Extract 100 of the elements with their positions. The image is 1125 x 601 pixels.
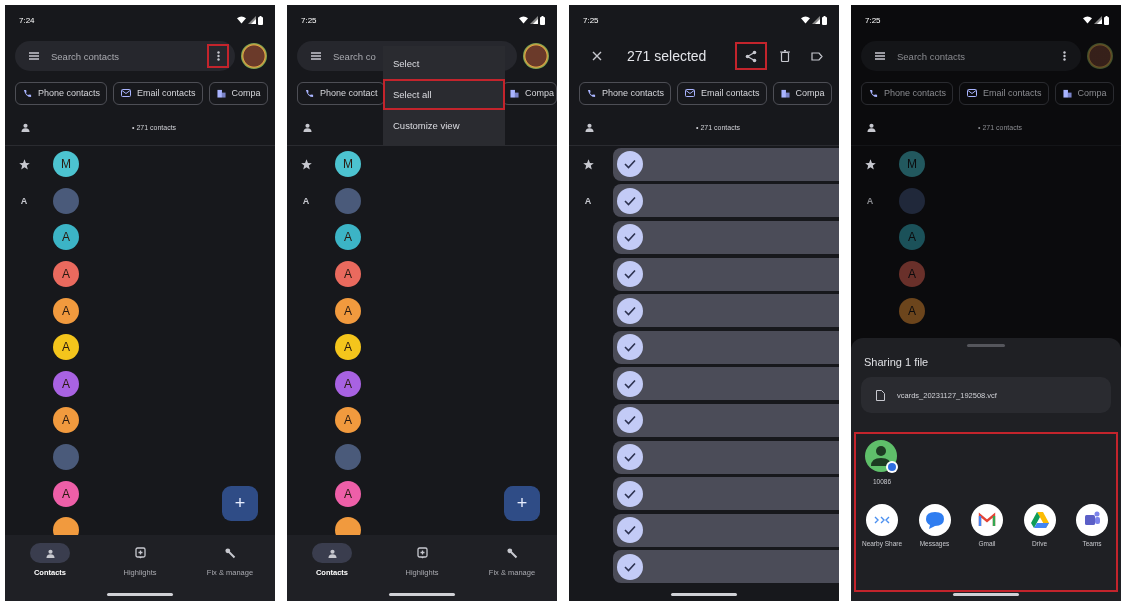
section-letter: A bbox=[866, 195, 874, 206]
selected-row[interactable] bbox=[613, 367, 839, 401]
selected-row[interactable] bbox=[613, 184, 839, 218]
selected-row[interactable] bbox=[613, 294, 839, 328]
filter-chip[interactable]: Phone contacts bbox=[579, 81, 672, 105]
home-indicator bbox=[107, 593, 173, 596]
gmail-icon[interactable] bbox=[971, 503, 1003, 536]
section-letter: A bbox=[584, 195, 592, 206]
account-avatar[interactable] bbox=[241, 43, 267, 69]
contact-avatar[interactable]: M bbox=[53, 151, 79, 178]
search-field[interactable]: Search contacts bbox=[897, 50, 1041, 62]
menu-item[interactable]: Select all bbox=[383, 79, 505, 110]
contact-avatar[interactable]: A bbox=[335, 407, 361, 434]
contact-avatar[interactable]: A bbox=[53, 261, 79, 288]
contact-avatar[interactable]: A bbox=[335, 224, 361, 251]
menu-item[interactable]: Select bbox=[383, 48, 505, 79]
account-avatar[interactable] bbox=[523, 43, 549, 69]
contact-avatar[interactable]: A bbox=[335, 480, 361, 507]
person-icon bbox=[327, 548, 337, 558]
contact-avatar[interactable]: A bbox=[335, 370, 361, 397]
close-icon bbox=[592, 51, 602, 61]
wrench-icon bbox=[224, 547, 236, 559]
check-icon bbox=[624, 159, 636, 170]
contact-avatar[interactable]: A bbox=[53, 224, 79, 251]
email-icon bbox=[685, 89, 696, 97]
selected-row[interactable] bbox=[613, 257, 839, 291]
teams-icon[interactable] bbox=[1076, 503, 1108, 536]
person-icon bbox=[303, 122, 312, 132]
messages-icon[interactable] bbox=[918, 503, 951, 536]
add-box-icon bbox=[134, 547, 146, 559]
filter-chip[interactable]: Email contacts bbox=[113, 81, 203, 105]
contact-avatar[interactable]: A bbox=[335, 261, 361, 288]
selected-row[interactable] bbox=[613, 477, 839, 511]
filter-chip[interactable]: Compa bbox=[772, 81, 832, 105]
check-icon bbox=[624, 452, 636, 463]
drag-handle[interactable] bbox=[967, 344, 1005, 347]
star-icon bbox=[18, 158, 30, 170]
building-icon bbox=[780, 88, 790, 98]
menu-icon[interactable] bbox=[29, 52, 39, 60]
filter-chip[interactable]: Email contacts bbox=[959, 81, 1049, 105]
star-icon bbox=[864, 158, 876, 170]
check-icon bbox=[624, 488, 636, 499]
add-contact-button[interactable]: + bbox=[504, 486, 540, 521]
battery-icon bbox=[1104, 15, 1109, 25]
check-icon bbox=[624, 561, 636, 572]
wifi-icon bbox=[1083, 16, 1092, 24]
star-icon bbox=[582, 158, 594, 170]
selected-row[interactable] bbox=[613, 550, 839, 584]
selected-row[interactable] bbox=[613, 330, 839, 364]
contact-avatar[interactable]: A bbox=[335, 334, 361, 361]
contact-avatar[interactable]: A bbox=[53, 407, 79, 434]
contact-avatar[interactable]: A bbox=[53, 480, 79, 507]
signal-icon bbox=[248, 16, 256, 24]
contact-avatar[interactable]: A bbox=[53, 334, 79, 361]
wrench-icon bbox=[506, 547, 518, 559]
battery-icon bbox=[822, 15, 827, 25]
star-icon bbox=[300, 158, 312, 170]
share-button[interactable] bbox=[735, 42, 767, 70]
filter-chip[interactable]: Phone contacts bbox=[15, 81, 108, 105]
check-icon bbox=[624, 342, 636, 353]
building-icon bbox=[1062, 88, 1072, 98]
selected-row[interactable] bbox=[613, 147, 839, 181]
contact-avatar[interactable]: A bbox=[53, 297, 79, 324]
email-icon bbox=[967, 89, 978, 97]
home-indicator bbox=[389, 593, 455, 596]
building-icon bbox=[510, 88, 519, 98]
person-icon bbox=[45, 548, 55, 558]
home-indicator bbox=[671, 593, 737, 596]
status-time: 7:24 bbox=[19, 15, 35, 25]
more-button[interactable] bbox=[207, 44, 229, 68]
selected-row[interactable] bbox=[613, 513, 839, 547]
check-icon bbox=[624, 305, 636, 316]
person-icon bbox=[585, 122, 594, 132]
check-icon bbox=[624, 232, 636, 243]
search-bar[interactable]: Search contacts bbox=[15, 41, 235, 71]
contact-avatar[interactable]: M bbox=[335, 151, 361, 178]
contact-avatar[interactable]: A bbox=[53, 370, 79, 397]
contact-avatar[interactable]: A bbox=[335, 297, 361, 324]
menu-icon[interactable] bbox=[311, 52, 321, 60]
menu-item[interactable]: Customize view bbox=[383, 110, 505, 141]
signal-icon bbox=[530, 16, 538, 24]
check-icon bbox=[624, 415, 636, 426]
menu-icon[interactable] bbox=[875, 52, 885, 60]
search-field[interactable]: Search contacts bbox=[51, 50, 195, 62]
contact-avatar-icon[interactable] bbox=[865, 440, 899, 474]
filter-chip[interactable]: Compa bbox=[208, 81, 268, 105]
battery-icon bbox=[258, 15, 263, 25]
status-time: 7:25 bbox=[583, 15, 599, 25]
filter-chip[interactable]: Phone contacts bbox=[861, 81, 954, 105]
drive-icon[interactable] bbox=[1023, 503, 1056, 536]
selected-row[interactable] bbox=[613, 440, 839, 474]
filter-chip[interactable]: Compa bbox=[1054, 81, 1114, 105]
nearby-share-icon[interactable] bbox=[866, 503, 898, 536]
selected-row[interactable] bbox=[613, 403, 839, 437]
filter-chip[interactable]: Email contacts bbox=[677, 81, 767, 105]
person-icon bbox=[21, 122, 30, 132]
phone-icon bbox=[869, 88, 878, 98]
selected-row[interactable] bbox=[613, 221, 839, 254]
search-bar[interactable]: Search contacts bbox=[861, 41, 1081, 71]
add-contact-button[interactable]: + bbox=[222, 486, 258, 521]
